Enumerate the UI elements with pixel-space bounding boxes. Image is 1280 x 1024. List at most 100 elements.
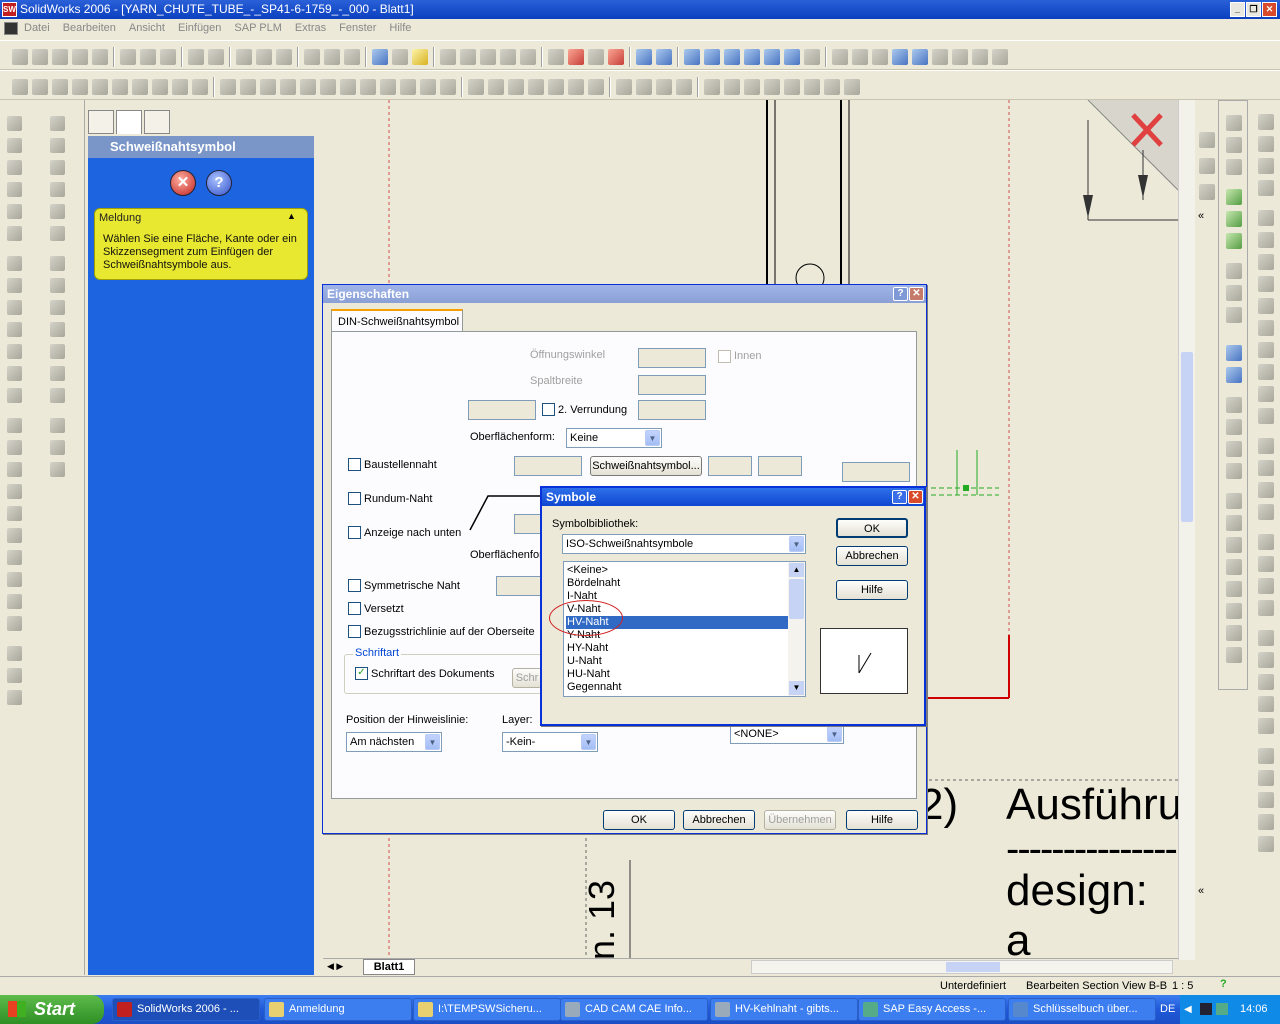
trim-tool-icon[interactable] bbox=[1258, 578, 1274, 594]
mirror-tool-icon[interactable] bbox=[1258, 630, 1274, 646]
tool-icon-1[interactable] bbox=[548, 49, 564, 65]
task-tempsw[interactable]: I:\TEMPSWSicheru... bbox=[413, 998, 561, 1021]
zoom-in-icon[interactable] bbox=[724, 49, 740, 65]
tray-expand-icon[interactable]: ◀ bbox=[1184, 995, 1192, 1024]
shaded-icon[interactable] bbox=[912, 49, 928, 65]
task-anmeldung[interactable]: Anmeldung bbox=[264, 998, 412, 1021]
collapse-left-icon[interactable]: « bbox=[1198, 210, 1204, 222]
tool-icon-4[interactable] bbox=[608, 49, 624, 65]
mirror-icon[interactable] bbox=[280, 79, 296, 95]
measure-icon[interactable] bbox=[636, 49, 652, 65]
sap-icon-3[interactable] bbox=[480, 49, 496, 65]
list-item[interactable]: Bördelnaht bbox=[566, 577, 788, 590]
config-manager-tab[interactable] bbox=[144, 110, 170, 134]
filter-icon[interactable] bbox=[1226, 137, 1242, 153]
dimension-icon[interactable] bbox=[300, 79, 316, 95]
center-mark-icon[interactable] bbox=[528, 79, 544, 95]
text-tool-icon[interactable] bbox=[1258, 460, 1274, 476]
relation-icon[interactable] bbox=[320, 79, 336, 95]
redo-icon[interactable] bbox=[208, 49, 224, 65]
bezugs-checkbox[interactable] bbox=[348, 625, 361, 638]
spline-tool-icon[interactable] bbox=[1258, 386, 1274, 402]
strip-icon[interactable] bbox=[7, 366, 22, 381]
filter-icon[interactable] bbox=[1226, 581, 1242, 597]
ellipse-tool-icon[interactable] bbox=[1258, 364, 1274, 380]
strip-icon[interactable] bbox=[7, 182, 22, 197]
view-icon-6[interactable] bbox=[804, 79, 820, 95]
weld-symbol-icon[interactable] bbox=[112, 79, 128, 95]
task-schluesselbuch[interactable]: Schlüsselbuch über... bbox=[1008, 998, 1156, 1021]
surface-finish-icon[interactable] bbox=[92, 79, 108, 95]
view-icon-8[interactable] bbox=[844, 79, 860, 95]
mass-icon[interactable] bbox=[656, 49, 672, 65]
filter-icon[interactable] bbox=[1226, 515, 1242, 531]
filter-icon[interactable] bbox=[1226, 263, 1242, 279]
cancel-x-button[interactable]: ✕ bbox=[170, 170, 196, 196]
task-solidworks[interactable]: SolidWorks 2006 - ... bbox=[112, 998, 260, 1021]
filter-icon[interactable] bbox=[1226, 115, 1242, 131]
zoom-out-icon[interactable] bbox=[744, 49, 760, 65]
filter-icon[interactable] bbox=[1226, 397, 1242, 413]
scale-tool-icon[interactable] bbox=[1258, 696, 1274, 712]
revision-icon[interactable] bbox=[588, 79, 604, 95]
schriftart-checkbox[interactable]: ✓ bbox=[355, 667, 368, 680]
list-item[interactable]: Gegennaht bbox=[566, 681, 788, 694]
view-orient-icon[interactable] bbox=[804, 49, 820, 65]
sap-icon-1[interactable] bbox=[440, 49, 456, 65]
strip-icon[interactable] bbox=[7, 204, 22, 219]
feature-tree-tab[interactable] bbox=[88, 110, 114, 134]
symmetrische-field[interactable] bbox=[496, 576, 544, 596]
view-icon-7[interactable] bbox=[824, 79, 840, 95]
layer-props-icon[interactable] bbox=[636, 79, 652, 95]
print-preview-icon[interactable] bbox=[92, 49, 108, 65]
table-icon[interactable] bbox=[324, 49, 340, 65]
convert-tool-icon[interactable] bbox=[1258, 556, 1274, 572]
horizontal-scrollbar[interactable] bbox=[751, 960, 1173, 974]
strip-icon[interactable] bbox=[50, 138, 65, 153]
document-menu-icon[interactable] bbox=[4, 22, 18, 35]
rotate-icon[interactable] bbox=[764, 49, 780, 65]
strip-icon[interactable] bbox=[7, 668, 22, 683]
chevron-down-icon[interactable]: ▼ bbox=[645, 430, 660, 446]
strip-icon[interactable] bbox=[50, 388, 65, 403]
filter-icon[interactable] bbox=[1226, 419, 1242, 435]
paste-icon[interactable] bbox=[160, 49, 176, 65]
section-icon[interactable] bbox=[952, 49, 968, 65]
list-item[interactable]: HY-Naht bbox=[566, 642, 788, 655]
strip-icon[interactable] bbox=[50, 226, 65, 241]
schweissnahtsymbol-button[interactable]: Schweißnahtsymbol... bbox=[590, 456, 702, 476]
hidden-removed-icon[interactable] bbox=[872, 49, 888, 65]
symbole-help-title-button[interactable]: ? bbox=[892, 490, 907, 504]
symbole-abbrechen-button[interactable]: Abbrechen bbox=[836, 546, 908, 566]
tab-din-schweissnahtsymbol[interactable]: DIN-Schweißnahtsymbol bbox=[331, 309, 463, 331]
chevron-down-icon[interactable]: ▼ bbox=[425, 734, 440, 750]
menu-datei[interactable]: Datei bbox=[24, 22, 50, 34]
filter-icon[interactable] bbox=[1226, 537, 1242, 553]
strip-icon[interactable] bbox=[7, 160, 22, 175]
strip-icon[interactable] bbox=[50, 256, 65, 271]
task-hv-kehlnaht[interactable]: HV-Kehlnaht - gibts... bbox=[710, 998, 858, 1021]
symbol-value-field-3[interactable] bbox=[842, 462, 910, 482]
help-question-button[interactable]: ? bbox=[206, 170, 232, 196]
menu-sap-plm[interactable]: SAP PLM bbox=[234, 22, 282, 34]
circle-tool-icon[interactable] bbox=[1258, 298, 1274, 314]
strip-icon[interactable] bbox=[7, 256, 22, 271]
strip-icon[interactable] bbox=[7, 226, 22, 241]
list-item[interactable]: <Keine> bbox=[566, 564, 788, 577]
grid-tool-icon[interactable] bbox=[1258, 814, 1274, 830]
strip-icon[interactable] bbox=[50, 440, 65, 455]
sap-icon-2[interactable] bbox=[460, 49, 476, 65]
point-icon[interactable] bbox=[420, 79, 436, 95]
none-select[interactable]: <NONE> ▼ bbox=[730, 724, 844, 744]
area-hatch-icon[interactable] bbox=[616, 79, 632, 95]
point-tool-icon[interactable] bbox=[1258, 408, 1274, 424]
filter-icon[interactable] bbox=[1226, 233, 1242, 249]
menu-einfuegen[interactable]: Einfügen bbox=[178, 22, 221, 34]
strip-icon[interactable] bbox=[50, 204, 65, 219]
filter-icon[interactable] bbox=[1226, 647, 1242, 663]
tray-icon[interactable] bbox=[1216, 1003, 1228, 1015]
uebernehmen-button[interactable]: Übernehmen bbox=[764, 810, 836, 830]
symbolbibliothek-select[interactable]: ISO-Schweißnahtsymbole ▼ bbox=[562, 534, 806, 554]
arc-tool-icon[interactable] bbox=[1258, 320, 1274, 336]
strip-icon[interactable] bbox=[50, 278, 65, 293]
